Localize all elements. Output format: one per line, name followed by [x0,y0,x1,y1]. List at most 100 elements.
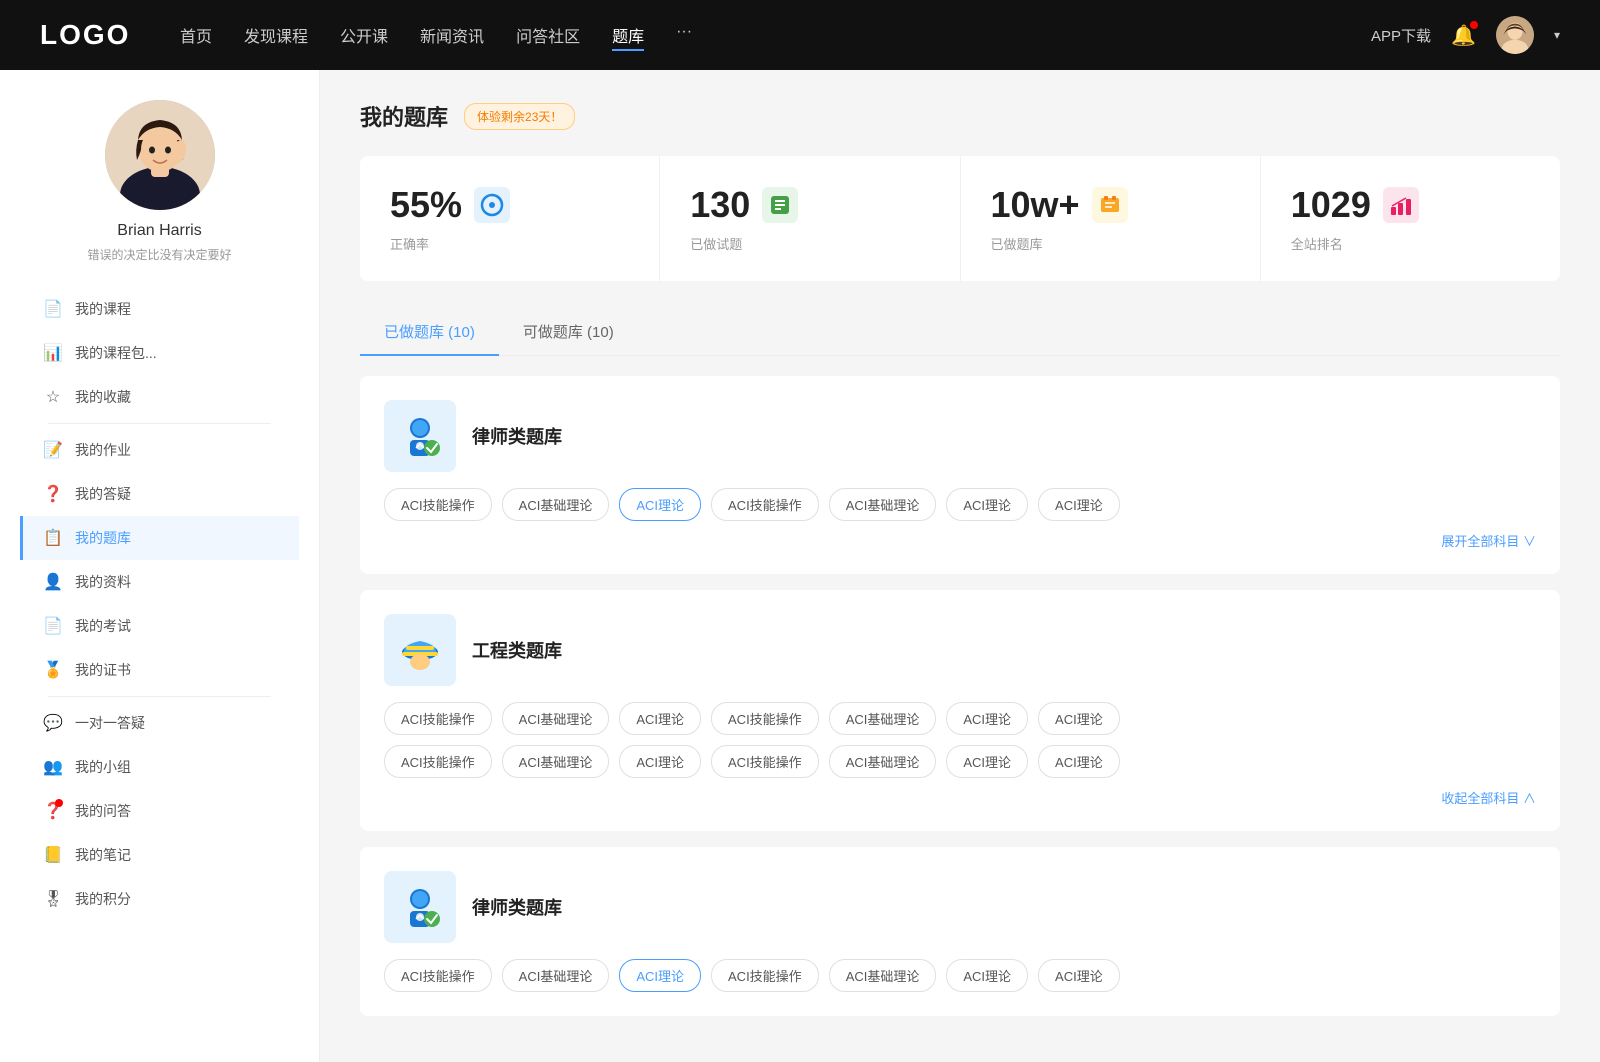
sidebar-label-notes: 我的笔记 [75,845,279,865]
sidebar-item-group[interactable]: 👥 我的小组 [20,745,299,789]
nav-more[interactable]: ··· [676,19,692,51]
category-engineer-tags-row1: ACI技能操作 ACI基础理论 ACI理论 ACI技能操作 ACI基础理论 AC… [384,702,1536,735]
sidebar-item-course[interactable]: 📄 我的课程 [20,287,299,331]
sidebar-label-group: 我的小组 [75,757,279,777]
sidebar-label-favorites: 我的收藏 [75,387,279,407]
user-avatar[interactable] [1496,16,1534,54]
sidebar-item-notes[interactable]: 📒 我的笔记 [20,833,299,877]
tag-6[interactable]: ACI理论 [1038,488,1120,521]
eng-tag-12[interactable]: ACI理论 [946,745,1028,778]
sidebar-item-certificate[interactable]: 🏅 我的证书 [20,648,299,692]
sidebar-item-question-bank[interactable]: 📋 我的题库 [20,516,299,560]
stat-ranking-label: 全站排名 [1291,234,1530,253]
nav-qa[interactable]: 问答社区 [516,19,580,51]
sidebar-label-profile: 我的资料 [75,572,279,592]
sidebar-item-points[interactable]: 🎖 我的积分 [20,877,299,921]
favorites-icon: ☆ [43,387,63,407]
law2-tag-6[interactable]: ACI理论 [1038,959,1120,992]
sidebar-item-favorites[interactable]: ☆ 我的收藏 [20,375,299,419]
eng-tag-2[interactable]: ACI理论 [619,702,701,735]
eng-tag-4[interactable]: ACI基础理论 [829,702,937,735]
expand-lawyer-1[interactable]: 展开全部科目 ∨ [384,531,1536,550]
app-download[interactable]: APP下载 [1371,25,1431,46]
tab-done[interactable]: 已做题库 (10) [360,309,499,356]
sidebar-label-certificate: 我的证书 [75,660,279,680]
logo: LOGO [40,19,140,51]
sidebar-label-my-qa: 我的问答 [75,801,279,821]
page-header: 我的题库 体验剩余23天！ [360,100,1560,132]
group-icon: 👥 [43,757,63,777]
category-lawyer-1-icon [384,400,456,472]
category-engineer-title: 工程类题库 [472,637,562,663]
notes-icon: 📒 [43,845,63,865]
eng-tag-7[interactable]: ACI技能操作 [384,745,492,778]
eng-tag-1[interactable]: ACI基础理论 [502,702,610,735]
nav-question-bank[interactable]: 题库 [612,19,644,51]
tag-3[interactable]: ACI技能操作 [711,488,819,521]
avatar-chevron-icon[interactable]: ▾ [1554,28,1560,42]
nav-news[interactable]: 新闻资讯 [420,19,484,51]
eng-tag-10[interactable]: ACI技能操作 [711,745,819,778]
law2-tag-3[interactable]: ACI技能操作 [711,959,819,992]
sidebar-item-one-on-one[interactable]: 💬 一对一答疑 [20,701,299,745]
nav-discover[interactable]: 发现课程 [244,19,308,51]
law2-tag-5[interactable]: ACI理论 [946,959,1028,992]
sidebar: Brian Harris 错误的决定比没有决定要好 📄 我的课程 📊 我的课程包… [0,70,320,1062]
collapse-engineer[interactable]: 收起全部科目 ∧ [384,788,1536,807]
tag-2[interactable]: ACI理论 [619,488,701,521]
nav-open-course[interactable]: 公开课 [340,19,388,51]
certificate-icon: 🏅 [43,660,63,680]
sidebar-item-exam[interactable]: 📄 我的考试 [20,604,299,648]
sidebar-label-points: 我的积分 [75,889,279,909]
stats-row: 55% 正确率 130 [360,156,1560,281]
points-icon: 🎖 [43,889,63,909]
course-package-icon: 📊 [43,343,63,363]
tag-5[interactable]: ACI理论 [946,488,1028,521]
sidebar-item-profile[interactable]: 👤 我的资料 [20,560,299,604]
sidebar-label-course: 我的课程 [75,299,279,319]
sidebar-label-qa: 我的答疑 [75,484,279,504]
law2-tag-4[interactable]: ACI基础理论 [829,959,937,992]
category-lawyer-1-title: 律师类题库 [472,423,562,449]
user-motto: 错误的决定比没有决定要好 [87,246,231,263]
stat-done-banks-label: 已做题库 [991,234,1230,253]
sidebar-item-homework[interactable]: 📝 我的作业 [20,428,299,472]
stat-accuracy-label: 正确率 [390,234,629,253]
tag-0[interactable]: ACI技能操作 [384,488,492,521]
category-lawyer-1: 律师类题库 ACI技能操作 ACI基础理论 ACI理论 ACI技能操作 ACI基… [360,376,1560,574]
eng-tag-8[interactable]: ACI基础理论 [502,745,610,778]
category-lawyer-2-header: 律师类题库 [384,871,1536,943]
eng-tag-6[interactable]: ACI理论 [1038,702,1120,735]
eng-tag-0[interactable]: ACI技能操作 [384,702,492,735]
sidebar-label-one-on-one: 一对一答疑 [75,713,279,733]
category-lawyer-2-title: 律师类题库 [472,894,562,920]
eng-tag-9[interactable]: ACI理论 [619,745,701,778]
profile-icon: 👤 [43,572,63,592]
eng-tag-11[interactable]: ACI基础理论 [829,745,937,778]
sidebar-item-qa[interactable]: ❓ 我的答疑 [20,472,299,516]
tag-4[interactable]: ACI基础理论 [829,488,937,521]
sidebar-divider-2 [48,696,271,697]
category-lawyer-2-tags: ACI技能操作 ACI基础理论 ACI理论 ACI技能操作 ACI基础理论 AC… [384,959,1536,992]
page-title: 我的题库 [360,100,448,132]
eng-tag-13[interactable]: ACI理论 [1038,745,1120,778]
stat-done-questions-icon [762,187,798,223]
sidebar-menu: 📄 我的课程 📊 我的课程包... ☆ 我的收藏 📝 我的作业 ❓ 我的答疑 � [0,287,319,921]
qa-notification-dot [55,799,63,807]
course-icon: 📄 [43,299,63,319]
law2-tag-1[interactable]: ACI基础理论 [502,959,610,992]
nav-home[interactable]: 首页 [180,19,212,51]
tab-available[interactable]: 可做题库 (10) [499,309,638,356]
eng-tag-5[interactable]: ACI理论 [946,702,1028,735]
eng-tag-3[interactable]: ACI技能操作 [711,702,819,735]
law2-tag-2[interactable]: ACI理论 [619,959,701,992]
stat-accuracy-value: 55% [390,184,462,226]
category-engineer: 工程类题库 ACI技能操作 ACI基础理论 ACI理论 ACI技能操作 ACI基… [360,590,1560,831]
sidebar-item-course-package[interactable]: 📊 我的课程包... [20,331,299,375]
law2-tag-0[interactable]: ACI技能操作 [384,959,492,992]
notification-bell[interactable]: 🔔 [1451,23,1476,48]
sidebar-item-my-qa[interactable]: ❓ 我的问答 [20,789,299,833]
category-lawyer-1-header: 律师类题库 [384,400,1536,472]
tag-1[interactable]: ACI基础理论 [502,488,610,521]
stat-ranking-value: 1029 [1291,184,1371,226]
